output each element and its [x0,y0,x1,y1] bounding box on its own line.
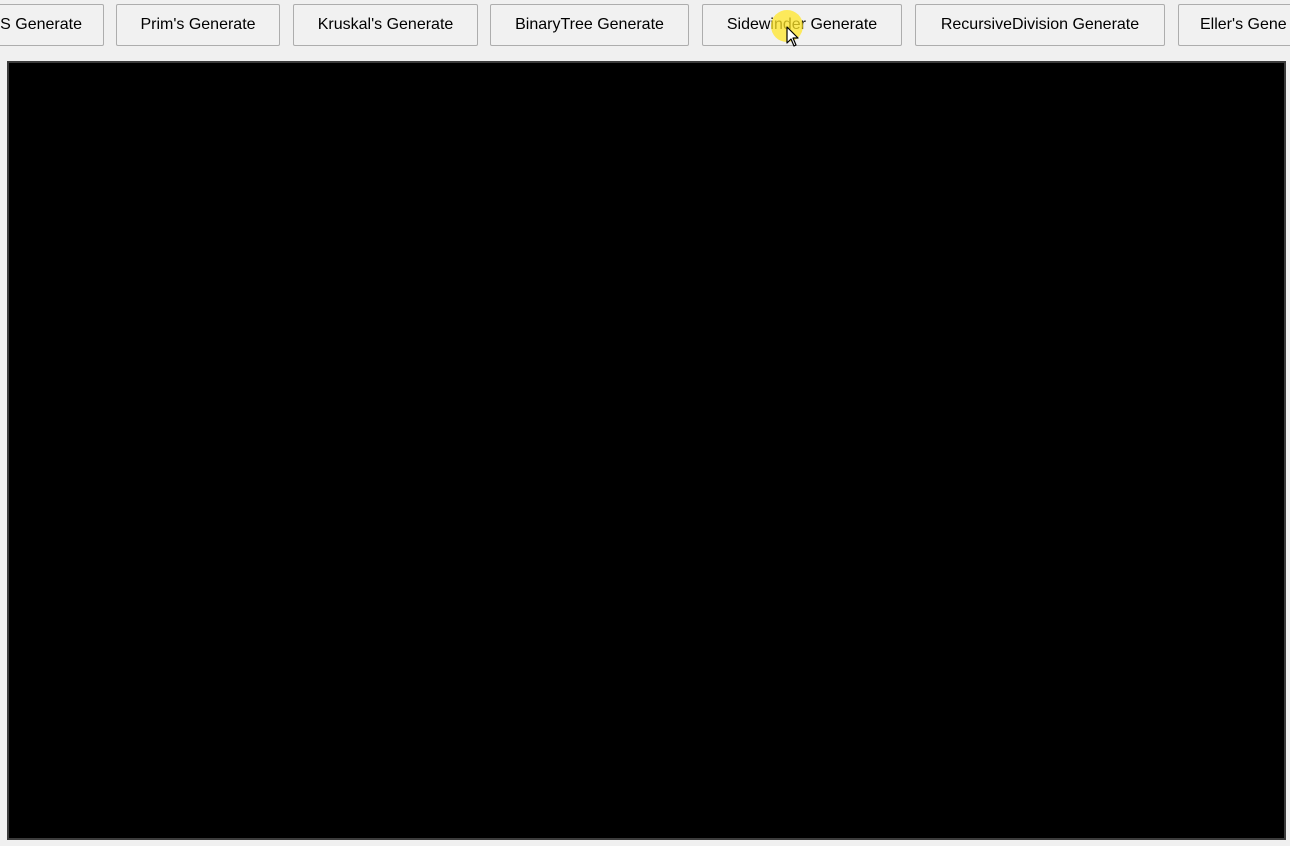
dfs-generate-button[interactable]: S Generate [0,4,104,46]
prims-generate-button[interactable]: Prim's Generate [116,4,280,46]
generator-toolbar: S Generate Prim's Generate Kruskal's Gen… [0,0,1290,56]
recursivedivision-generate-button[interactable]: RecursiveDivision Generate [915,4,1165,46]
maze-generator-window: S Generate Prim's Generate Kruskal's Gen… [0,0,1290,846]
sidewinder-generate-button[interactable]: Sidewinder Generate [702,4,902,46]
kruskals-generate-button[interactable]: Kruskal's Generate [293,4,478,46]
binarytree-generate-button[interactable]: BinaryTree Generate [490,4,689,46]
maze-canvas[interactable] [9,63,1284,838]
ellers-generate-button[interactable]: Eller's Gene [1178,4,1290,46]
maze-canvas-frame [7,61,1286,840]
